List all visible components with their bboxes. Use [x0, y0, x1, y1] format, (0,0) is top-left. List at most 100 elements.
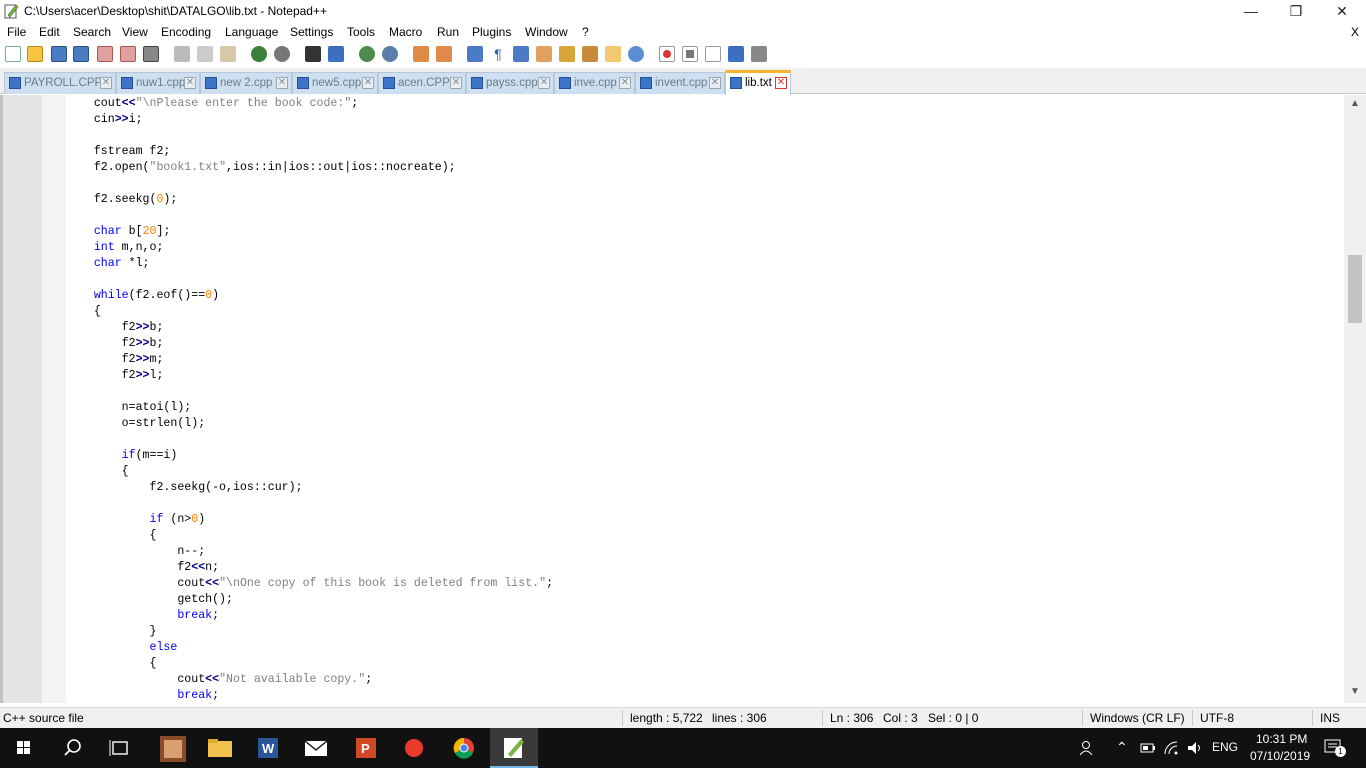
- code-line[interactable]: 90− {: [66, 304, 1344, 320]
- find-icon[interactable]: [305, 46, 321, 62]
- code-line[interactable]: 99 if(m==i): [66, 448, 1344, 464]
- indent-guide-icon[interactable]: [513, 46, 529, 62]
- menu-view[interactable]: View: [122, 25, 148, 39]
- close-button[interactable]: ✕: [1319, 0, 1365, 22]
- code-line[interactable]: 87 char *l;: [66, 256, 1344, 272]
- eol-format[interactable]: Windows (CR LF): [1090, 711, 1185, 725]
- wifi-icon[interactable]: [1163, 740, 1179, 756]
- replace-icon[interactable]: [328, 46, 344, 62]
- game-app-button[interactable]: [152, 728, 200, 768]
- doc-map-icon[interactable]: [536, 46, 552, 62]
- garena-button[interactable]: [390, 728, 438, 768]
- zoom-in-icon[interactable]: [359, 46, 375, 62]
- code-line[interactable]: 101 f2.seekg(-o,ios::cur);: [66, 480, 1344, 496]
- clock-date[interactable]: 07/10/2019: [1250, 749, 1310, 763]
- code-line[interactable]: 110 }: [66, 624, 1344, 640]
- scroll-down-icon[interactable]: ▼: [1348, 685, 1362, 699]
- close-all-icon[interactable]: [120, 46, 136, 62]
- code-line[interactable]: 104− {: [66, 528, 1344, 544]
- tab-close-icon[interactable]: ✕: [709, 77, 721, 89]
- menu-encoding[interactable]: Encoding: [161, 25, 211, 39]
- code-line[interactable]: 105 n--;: [66, 544, 1344, 560]
- code-line[interactable]: 83 f2.seekg(0);: [66, 192, 1344, 208]
- code-line[interactable]: 107 cout<<"\nOne copy of this book is de…: [66, 576, 1344, 592]
- scroll-up-icon[interactable]: ▲: [1348, 97, 1362, 111]
- open-file-icon[interactable]: [27, 46, 43, 62]
- encoding[interactable]: UTF-8: [1200, 711, 1234, 725]
- function-list-icon[interactable]: [559, 46, 575, 62]
- tab-close-icon[interactable]: ✕: [450, 77, 462, 89]
- powerpoint-button[interactable]: P: [342, 728, 390, 768]
- code-line[interactable]: 103 if (n>0): [66, 512, 1344, 528]
- cut-icon[interactable]: [174, 46, 190, 62]
- code-line[interactable]: 111 else: [66, 640, 1344, 656]
- menu-help[interactable]: ?: [582, 25, 589, 39]
- word-wrap-icon[interactable]: [467, 46, 483, 62]
- chrome-button[interactable]: [440, 728, 488, 768]
- code-line[interactable]: 77 cout<<"\nPlease enter the book code:"…: [66, 96, 1344, 112]
- fold-margin[interactable]: [42, 95, 66, 703]
- show-all-chars-icon[interactable]: ¶: [490, 46, 506, 62]
- redo-icon[interactable]: [274, 46, 290, 62]
- run-macro-multiple-icon[interactable]: [728, 46, 744, 62]
- tab-payss-cpp[interactable]: payss.cpp ✕: [466, 72, 554, 94]
- menu-tools[interactable]: Tools: [347, 25, 375, 39]
- code-line[interactable]: 95: [66, 384, 1344, 400]
- play-macro-icon[interactable]: [705, 46, 721, 62]
- task-view-button[interactable]: [96, 728, 144, 768]
- stop-macro-icon[interactable]: [682, 46, 698, 62]
- record-macro-icon[interactable]: [659, 46, 675, 62]
- tab-inve-cpp[interactable]: inve.cpp ✕: [554, 72, 635, 94]
- menu-search[interactable]: Search: [73, 25, 111, 39]
- code-line[interactable]: 108 getch();: [66, 592, 1344, 608]
- tab-close-icon[interactable]: ✕: [100, 77, 112, 89]
- code-area[interactable]: 77 cout<<"\nPlease enter the book code:"…: [66, 95, 1344, 703]
- tab-close-icon[interactable]: ✕: [619, 77, 631, 89]
- copy-icon[interactable]: [197, 46, 213, 62]
- battery-icon[interactable]: [1140, 742, 1156, 754]
- tab-acen-cpp[interactable]: acen.CPP ✕: [378, 72, 466, 94]
- menu-settings[interactable]: Settings: [290, 25, 333, 39]
- tab-close-icon[interactable]: ✕: [538, 77, 550, 89]
- file-explorer-button[interactable]: [196, 728, 244, 768]
- vertical-scrollbar[interactable]: ▲ ▼: [1344, 95, 1366, 703]
- folder-workspace-icon[interactable]: [582, 46, 598, 62]
- monitoring-icon[interactable]: [628, 46, 644, 62]
- menu-plugins[interactable]: Plugins: [472, 25, 511, 39]
- word-button[interactable]: W: [244, 728, 292, 768]
- notepadpp-taskbar-button[interactable]: [490, 728, 538, 768]
- code-line[interactable]: 91 f2>>b;: [66, 320, 1344, 336]
- tab-close-icon[interactable]: ✕: [775, 77, 787, 89]
- code-line[interactable]: 88: [66, 272, 1344, 288]
- code-line[interactable]: 79: [66, 128, 1344, 144]
- folder-icon[interactable]: [605, 46, 621, 62]
- clock-time[interactable]: 10:31 PM: [1256, 732, 1307, 746]
- tab-close-icon[interactable]: ✕: [184, 77, 196, 89]
- save-macro-icon[interactable]: [751, 46, 767, 62]
- code-line[interactable]: 98: [66, 432, 1344, 448]
- mail-button[interactable]: [292, 728, 340, 768]
- tab-payroll-cpp[interactable]: PAYROLL.CPP ✕: [4, 72, 116, 94]
- search-button[interactable]: [48, 728, 96, 768]
- code-line[interactable]: 94 f2>>l;: [66, 368, 1344, 384]
- tab-new5-cpp[interactable]: new5.cpp ✕: [292, 72, 378, 94]
- tab-invent-cpp[interactable]: invent.cpp ✕: [635, 72, 725, 94]
- menu-file[interactable]: File: [7, 25, 26, 39]
- code-line[interactable]: 81 f2.open("book1.txt",ios::in|ios::out|…: [66, 160, 1344, 176]
- sync-vertical-icon[interactable]: [413, 46, 429, 62]
- code-line[interactable]: 96 n=atoi(l);: [66, 400, 1344, 416]
- tab-close-icon[interactable]: ✕: [276, 77, 288, 89]
- code-line[interactable]: 92 f2>>b;: [66, 336, 1344, 352]
- undo-icon[interactable]: [251, 46, 267, 62]
- code-line[interactable]: 109 break;: [66, 608, 1344, 624]
- menu-run[interactable]: Run: [437, 25, 459, 39]
- volume-icon[interactable]: [1186, 740, 1204, 756]
- code-line[interactable]: 85 char b[20];: [66, 224, 1344, 240]
- close-document-button[interactable]: X: [1351, 25, 1359, 39]
- input-language[interactable]: ENG: [1212, 740, 1238, 754]
- save-icon[interactable]: [51, 46, 67, 62]
- editor[interactable]: 77 cout<<"\nPlease enter the book code:"…: [0, 95, 1366, 703]
- code-line[interactable]: 106 f2<<n;: [66, 560, 1344, 576]
- tab-close-icon[interactable]: ✕: [362, 77, 374, 89]
- menu-edit[interactable]: Edit: [39, 25, 60, 39]
